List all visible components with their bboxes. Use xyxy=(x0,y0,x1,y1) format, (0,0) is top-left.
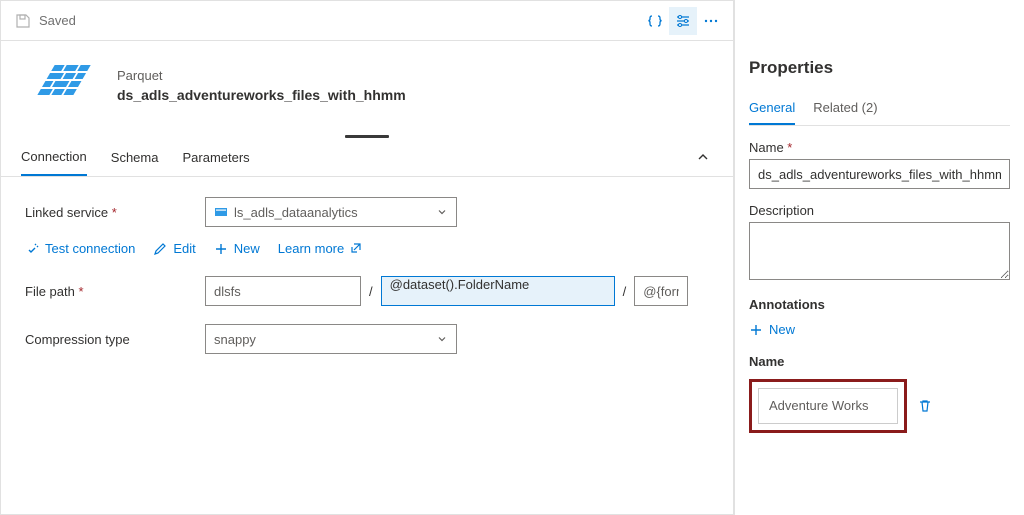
saved-status: Saved xyxy=(39,13,76,28)
tab-related[interactable]: Related (2) xyxy=(813,94,877,125)
edit-button[interactable]: Edit xyxy=(153,241,195,256)
tab-schema[interactable]: Schema xyxy=(111,140,159,175)
learn-more-link[interactable]: Learn more xyxy=(278,241,364,256)
top-toolbar: Saved xyxy=(1,1,733,41)
description-field-label: Description xyxy=(749,203,1010,218)
linked-service-label: Linked service * xyxy=(25,205,205,220)
linked-service-select[interactable]: ls_adls_dataanalytics xyxy=(205,197,457,227)
save-icon xyxy=(15,13,31,29)
file-path-label: File path * xyxy=(25,284,205,299)
file-path-filename-input[interactable] xyxy=(634,276,688,306)
file-path-container-input[interactable] xyxy=(205,276,361,306)
dataset-header: Parquet ds_adls_adventureworks_files_wit… xyxy=(1,41,733,133)
plus-icon xyxy=(749,323,763,337)
code-braces-icon[interactable] xyxy=(641,7,669,35)
plus-icon xyxy=(214,242,228,256)
compression-type-select[interactable]: snappy xyxy=(205,324,457,354)
dataset-name-label: ds_adls_adventureworks_files_with_hhmm xyxy=(117,87,406,103)
chevron-down-icon xyxy=(436,333,448,345)
collapse-chevron-icon[interactable] xyxy=(693,147,713,167)
chevron-down-icon xyxy=(436,206,448,218)
dataset-type-label: Parquet xyxy=(117,68,406,83)
new-linked-service-button[interactable]: New xyxy=(214,241,260,256)
annotation-name-label: Name xyxy=(749,354,1010,369)
annotation-highlight xyxy=(749,379,907,433)
filter-settings-icon[interactable] xyxy=(669,7,697,35)
trash-icon xyxy=(917,398,933,414)
main-editor-panel: Saved xyxy=(0,0,734,515)
plug-icon xyxy=(25,242,39,256)
tab-connection[interactable]: Connection xyxy=(21,139,87,176)
description-textarea[interactable] xyxy=(749,222,1010,280)
annotations-label: Annotations xyxy=(749,297,1010,312)
tabs-row: Connection Schema Parameters xyxy=(1,139,733,177)
compression-type-label: Compression type xyxy=(25,332,205,347)
more-ellipsis-icon[interactable] xyxy=(697,7,725,35)
name-field-label: Name * xyxy=(749,140,1010,155)
tab-general[interactable]: General xyxy=(749,94,795,125)
add-annotation-button[interactable]: New xyxy=(749,322,795,337)
properties-panel: Properties General Related (2) Name * De… xyxy=(734,0,1024,515)
compression-type-value: snappy xyxy=(214,332,256,347)
external-link-icon xyxy=(350,242,364,256)
linked-service-value: ls_adls_dataanalytics xyxy=(234,205,358,220)
tab-parameters[interactable]: Parameters xyxy=(182,140,249,175)
storage-icon xyxy=(214,205,228,219)
path-separator: / xyxy=(621,284,629,299)
test-connection-button[interactable]: Test connection xyxy=(25,241,135,256)
annotation-name-input[interactable] xyxy=(758,388,898,424)
path-separator: / xyxy=(367,284,375,299)
properties-title: Properties xyxy=(749,58,1010,78)
pencil-icon xyxy=(153,242,167,256)
file-path-folder-input[interactable]: @dataset().FolderName xyxy=(381,276,615,306)
parquet-icon xyxy=(37,61,101,109)
delete-annotation-button[interactable] xyxy=(917,398,933,414)
dataset-name-input[interactable] xyxy=(749,159,1010,189)
